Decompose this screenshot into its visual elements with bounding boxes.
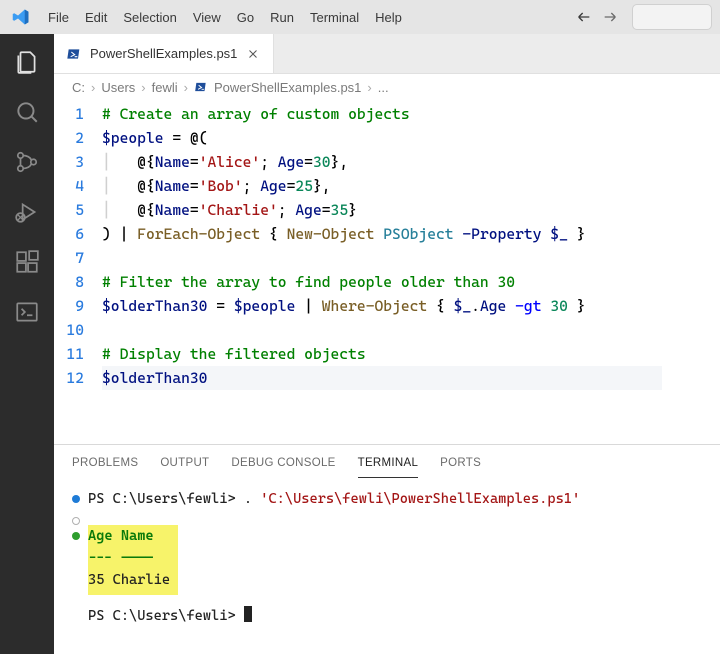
code-editor[interactable]: 1# Create an array of custom objects2$pe…: [54, 100, 720, 444]
breadcrumb-segment[interactable]: ...: [378, 80, 389, 95]
source-control-icon[interactable]: [13, 148, 41, 176]
bottom-panel: PROBLEMS OUTPUT DEBUG CONSOLE TERMINAL PORTS…: [54, 444, 720, 654]
vscode-logo-icon: [12, 8, 30, 26]
breadcrumb-segment[interactable]: C:: [72, 80, 85, 95]
title-bar: FileEditSelectionViewGoRunTerminalHelp: [0, 0, 720, 34]
panel-tabs: PROBLEMS OUTPUT DEBUG CONSOLE TERMINAL PORTS: [54, 445, 720, 478]
line-number: 9: [54, 294, 102, 318]
editor-area: PowerShellExamples.ps1 C: › Users › fewli › Po…: [54, 34, 720, 654]
menu-item-terminal[interactable]: Terminal: [302, 6, 367, 29]
code-line[interactable]: 6) | ForEach-Object { New-Object PSObjec…: [54, 222, 720, 246]
code-line[interactable]: 5│ @{Name='Charlie'; Age=35}: [54, 198, 720, 222]
code-line[interactable]: 3│ @{Name='Alice'; Age=30},: [54, 150, 720, 174]
breadcrumb-segment[interactable]: PowerShellExamples.ps1: [214, 80, 361, 95]
terminal-output-header: Age Name: [88, 528, 154, 544]
menu-item-selection[interactable]: Selection: [115, 6, 184, 29]
breadcrumb-segment[interactable]: Users: [101, 80, 135, 95]
line-number: 7: [54, 246, 102, 270]
panel-tab-terminal[interactable]: TERMINAL: [358, 453, 419, 478]
terminal-output-row: 35 Charlie: [88, 572, 170, 588]
tab-file[interactable]: PowerShellExamples.ps1: [54, 34, 274, 73]
code-line[interactable]: 10: [54, 318, 720, 342]
tabs-row: PowerShellExamples.ps1: [54, 34, 720, 74]
panel-tab-debug-console[interactable]: DEBUG CONSOLE: [231, 453, 335, 478]
chevron-right-icon: ›: [184, 80, 188, 95]
code-content: $people = @(: [102, 126, 207, 150]
line-number: 8: [54, 270, 102, 294]
line-number: 4: [54, 174, 102, 198]
panel-tab-ports[interactable]: PORTS: [440, 453, 481, 478]
powershell-file-icon: [66, 46, 82, 62]
terminal[interactable]: PS C:\Users\fewli> . 'C:\Users\fewli\Pow…: [54, 478, 720, 654]
menu-item-run[interactable]: Run: [262, 6, 302, 29]
terminal-bullet-hollow-icon: [72, 517, 80, 525]
line-number: 3: [54, 150, 102, 174]
explorer-icon[interactable]: [13, 48, 41, 76]
menu-item-edit[interactable]: Edit: [77, 6, 115, 29]
terminal-prompt: PS C:\Users\fewli>: [88, 491, 244, 507]
powershell-file-icon: [194, 80, 208, 94]
nav-back-icon[interactable]: [572, 5, 596, 29]
code-content: $olderThan30: [102, 366, 662, 390]
code-content: │ @{Name='Charlie'; Age=35}: [102, 198, 357, 222]
code-content: # Create an array of custom objects: [102, 102, 410, 126]
code-line[interactable]: 11# Display the filtered objects: [54, 342, 720, 366]
code-content: │ @{Name='Bob'; Age=25},: [102, 174, 331, 198]
code-content: # Filter the array to find people older …: [102, 270, 515, 294]
code-line[interactable]: 9$olderThan30 = $people | Where-Object {…: [54, 294, 720, 318]
terminal-bullet-icon: [72, 495, 80, 503]
chevron-right-icon: ›: [91, 80, 95, 95]
code-line[interactable]: 1# Create an array of custom objects: [54, 102, 720, 126]
code-content: ) | ForEach-Object { New-Object PSObject…: [102, 222, 585, 246]
terminal-bullet-success-icon: [72, 532, 80, 540]
code-line[interactable]: 12$olderThan30: [54, 366, 720, 390]
code-line[interactable]: 2$people = @(: [54, 126, 720, 150]
panel-tab-problems[interactable]: PROBLEMS: [72, 453, 138, 478]
code-line[interactable]: 4│ @{Name='Bob'; Age=25},: [54, 174, 720, 198]
code-line[interactable]: 8# Filter the array to find people older…: [54, 270, 720, 294]
run-debug-icon[interactable]: [13, 198, 41, 226]
line-number: 12: [54, 366, 102, 390]
menu-item-file[interactable]: File: [40, 6, 77, 29]
menu-item-go[interactable]: Go: [229, 6, 262, 29]
terminal-output-divider: --- ----: [88, 550, 154, 566]
breadcrumb[interactable]: C: › Users › fewli › PowerShellExamples.ps1 ›..…: [54, 74, 720, 100]
terminal-output-highlight: Age Name --- ---- 35 Charlie: [88, 525, 178, 595]
panel-tab-output[interactable]: OUTPUT: [160, 453, 209, 478]
line-number: 2: [54, 126, 102, 150]
command-center-search[interactable]: [632, 4, 712, 30]
code-content: # Display the filtered objects: [102, 342, 366, 366]
breadcrumb-segment[interactable]: fewli: [152, 80, 178, 95]
menu-item-view[interactable]: View: [185, 6, 229, 29]
nav-forward-icon[interactable]: [598, 5, 622, 29]
terminal-panel-icon[interactable]: [13, 298, 41, 326]
code-content: │ @{Name='Alice'; Age=30},: [102, 150, 348, 174]
activity-bar: [0, 34, 54, 654]
terminal-cmd-dot: .: [244, 491, 260, 507]
terminal-script-path: 'C:\Users\fewli\PowerShellExamples.ps1': [260, 491, 580, 507]
tab-file-label: PowerShellExamples.ps1: [90, 46, 237, 61]
line-number: 1: [54, 102, 102, 126]
code-content: $olderThan30 = $people | Where-Object { …: [102, 294, 585, 318]
search-icon[interactable]: [13, 98, 41, 126]
chevron-right-icon: ›: [367, 80, 371, 95]
line-number: 6: [54, 222, 102, 246]
line-number: 5: [54, 198, 102, 222]
chevron-right-icon: ›: [141, 80, 145, 95]
menu-item-help[interactable]: Help: [367, 6, 410, 29]
workbench: PowerShellExamples.ps1 C: › Users › fewli › Po…: [0, 34, 720, 654]
line-number: 10: [54, 318, 102, 342]
terminal-cursor: [244, 606, 252, 622]
line-number: 11: [54, 342, 102, 366]
code-line[interactable]: 7: [54, 246, 720, 270]
terminal-prompt-2: PS C:\Users\fewli>: [88, 608, 244, 624]
extensions-icon[interactable]: [13, 248, 41, 276]
tab-close-icon[interactable]: [245, 46, 261, 62]
